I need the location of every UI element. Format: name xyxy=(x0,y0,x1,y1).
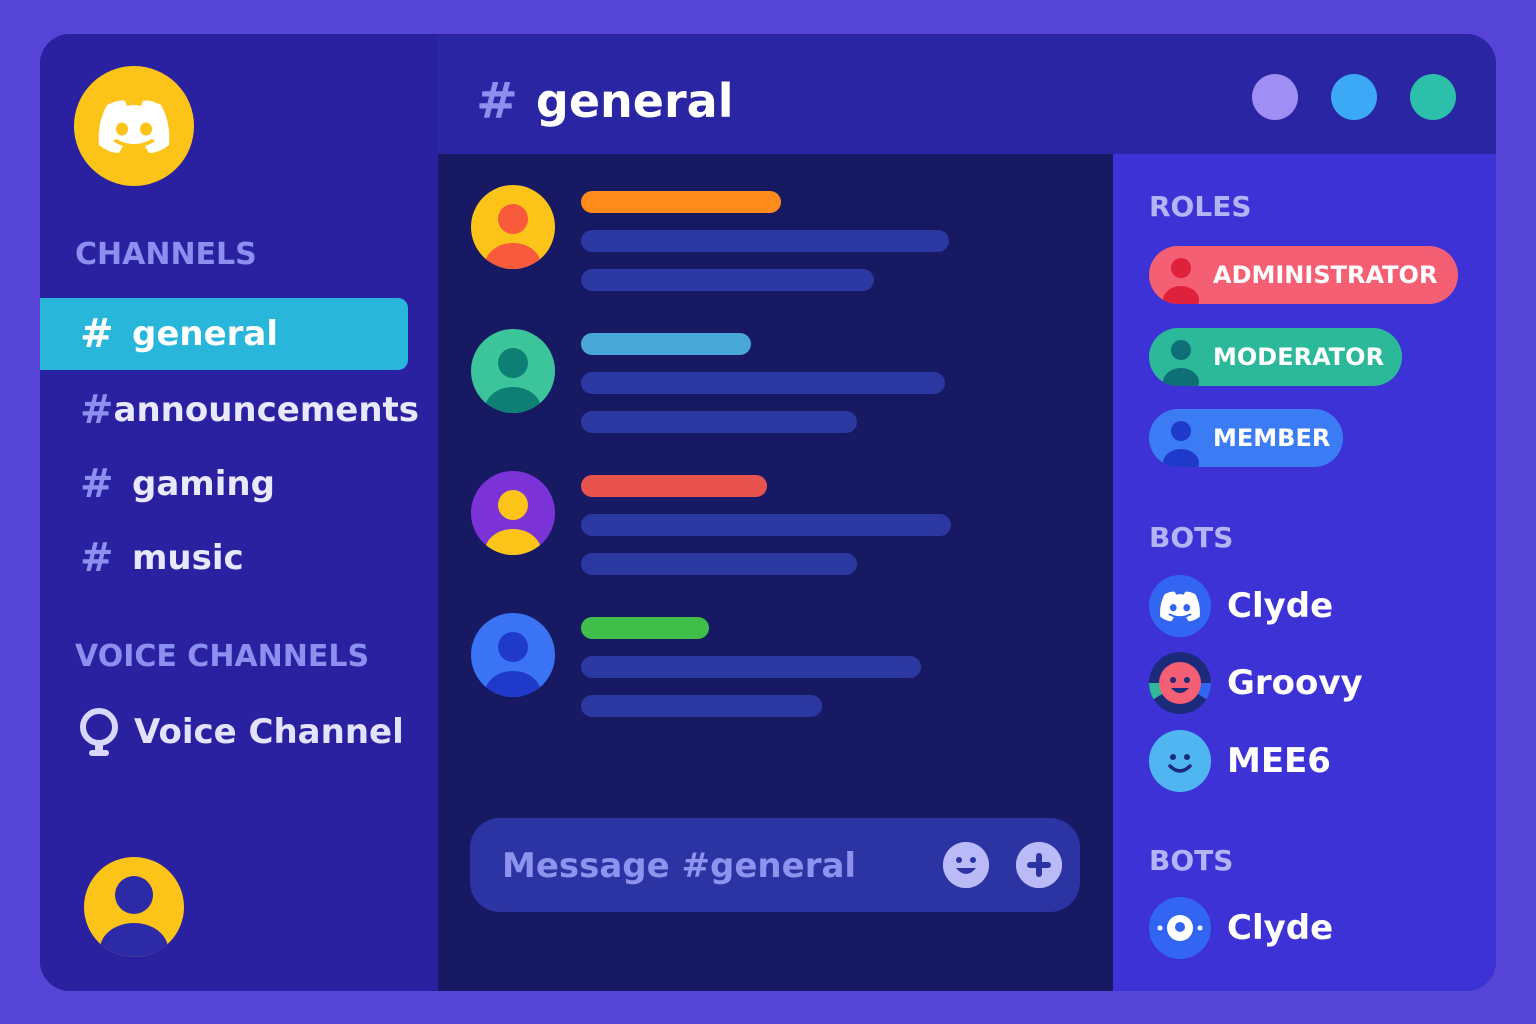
bot-name: Groovy xyxy=(1227,663,1363,703)
hash-icon: # xyxy=(80,311,114,357)
message-item xyxy=(471,185,1071,305)
bots-heading-2: BOTS xyxy=(1149,844,1234,877)
channel-label: general xyxy=(132,314,279,354)
bot-name: Clyde xyxy=(1227,908,1334,948)
role-label: MODERATOR xyxy=(1213,343,1385,371)
message-text-placeholder xyxy=(581,553,857,575)
user-icon xyxy=(1149,409,1213,467)
bots-heading: BOTS xyxy=(1149,521,1234,554)
voice-channel-label: Voice Channel xyxy=(134,712,404,752)
user-icon xyxy=(100,876,168,957)
channel-sidebar: CHANNELS # general # announcements # gam… xyxy=(40,34,438,991)
discord-logo[interactable] xyxy=(74,66,194,186)
message-text-placeholder xyxy=(581,656,921,678)
channel-label: music xyxy=(132,538,244,578)
mee6-avatar xyxy=(1149,730,1211,792)
smile-icon xyxy=(943,842,989,888)
hash-icon: # xyxy=(80,461,114,507)
message-avatar[interactable] xyxy=(471,613,555,697)
channel-gaming[interactable]: # gaming xyxy=(40,448,408,520)
channels-heading: CHANNELS xyxy=(75,237,257,272)
bot-name: MEE6 xyxy=(1227,741,1331,781)
hash-icon: # xyxy=(80,387,114,433)
message-text-placeholder xyxy=(581,269,874,291)
emoji-button[interactable] xyxy=(943,842,989,888)
author-name-placeholder xyxy=(581,475,767,497)
user-icon xyxy=(1149,328,1213,386)
page-title: # general xyxy=(476,66,733,136)
message-text-placeholder xyxy=(581,230,949,252)
channel-general[interactable]: # general xyxy=(40,298,408,370)
role-administrator[interactable]: ADMINISTRATOR xyxy=(1149,246,1458,304)
channel-announcements[interactable]: # announcements xyxy=(40,374,419,446)
clyde-avatar xyxy=(1149,575,1211,637)
message-input[interactable] xyxy=(500,840,924,892)
message-text-placeholder xyxy=(581,514,951,536)
voice-icon xyxy=(78,707,134,757)
clyde-avatar xyxy=(1149,897,1211,959)
face-icon xyxy=(1149,662,1211,704)
user-avatar[interactable] xyxy=(84,857,184,957)
window-control-blue[interactable] xyxy=(1331,74,1377,120)
message-text-placeholder xyxy=(581,411,857,433)
roles-heading: ROLES xyxy=(1149,190,1252,223)
message-avatar[interactable] xyxy=(471,471,555,555)
author-name-placeholder xyxy=(581,617,709,639)
channel-label: gaming xyxy=(132,464,275,504)
window-control-teal[interactable] xyxy=(1410,74,1456,120)
channel-label: announcements xyxy=(113,390,420,430)
message-item xyxy=(471,329,1071,449)
message-text-placeholder xyxy=(581,695,822,717)
role-label: ADMINISTRATOR xyxy=(1213,261,1438,289)
groovy-avatar xyxy=(1149,652,1211,714)
discord-icon xyxy=(1160,591,1200,622)
message-avatar[interactable] xyxy=(471,329,555,413)
message-avatar[interactable] xyxy=(471,185,555,269)
bot-groovy[interactable]: Groovy xyxy=(1149,651,1363,715)
role-moderator[interactable]: MODERATOR xyxy=(1149,328,1402,386)
bot-icon xyxy=(1157,915,1203,941)
smile-icon xyxy=(1168,754,1192,773)
window-control-purple[interactable] xyxy=(1252,74,1298,120)
author-name-placeholder xyxy=(581,333,751,355)
message-item xyxy=(471,613,1071,733)
discord-icon xyxy=(98,100,170,153)
channel-title: general xyxy=(535,74,734,128)
hash-icon: # xyxy=(476,72,518,130)
role-member[interactable]: MEMBER xyxy=(1149,409,1343,467)
message-composer xyxy=(470,818,1080,912)
discord-window: CHANNELS # general # announcements # gam… xyxy=(40,34,1496,991)
bot-name: Clyde xyxy=(1227,586,1334,626)
message-item xyxy=(471,471,1071,591)
voice-channels-heading: VOICE CHANNELS xyxy=(75,639,370,674)
bot-clyde[interactable]: Clyde xyxy=(1149,574,1333,638)
plus-icon xyxy=(1016,842,1062,888)
message-text-placeholder xyxy=(581,372,945,394)
add-attachment-button[interactable] xyxy=(1016,842,1062,888)
bot-clyde-2[interactable]: Clyde xyxy=(1149,896,1333,960)
bot-mee6[interactable]: MEE6 xyxy=(1149,729,1331,793)
message-list xyxy=(438,154,1113,991)
member-panel: ROLES ADMINISTRATOR MODERATOR MEMBER BOT… xyxy=(1113,154,1496,991)
user-icon xyxy=(1149,246,1213,304)
channel-music[interactable]: # music xyxy=(40,522,408,594)
voice-channel-item[interactable]: Voice Channel xyxy=(78,702,404,762)
role-label: MEMBER xyxy=(1213,424,1331,452)
channel-header: # general xyxy=(438,34,1496,154)
hash-icon: # xyxy=(80,535,114,581)
author-name-placeholder xyxy=(581,191,781,213)
